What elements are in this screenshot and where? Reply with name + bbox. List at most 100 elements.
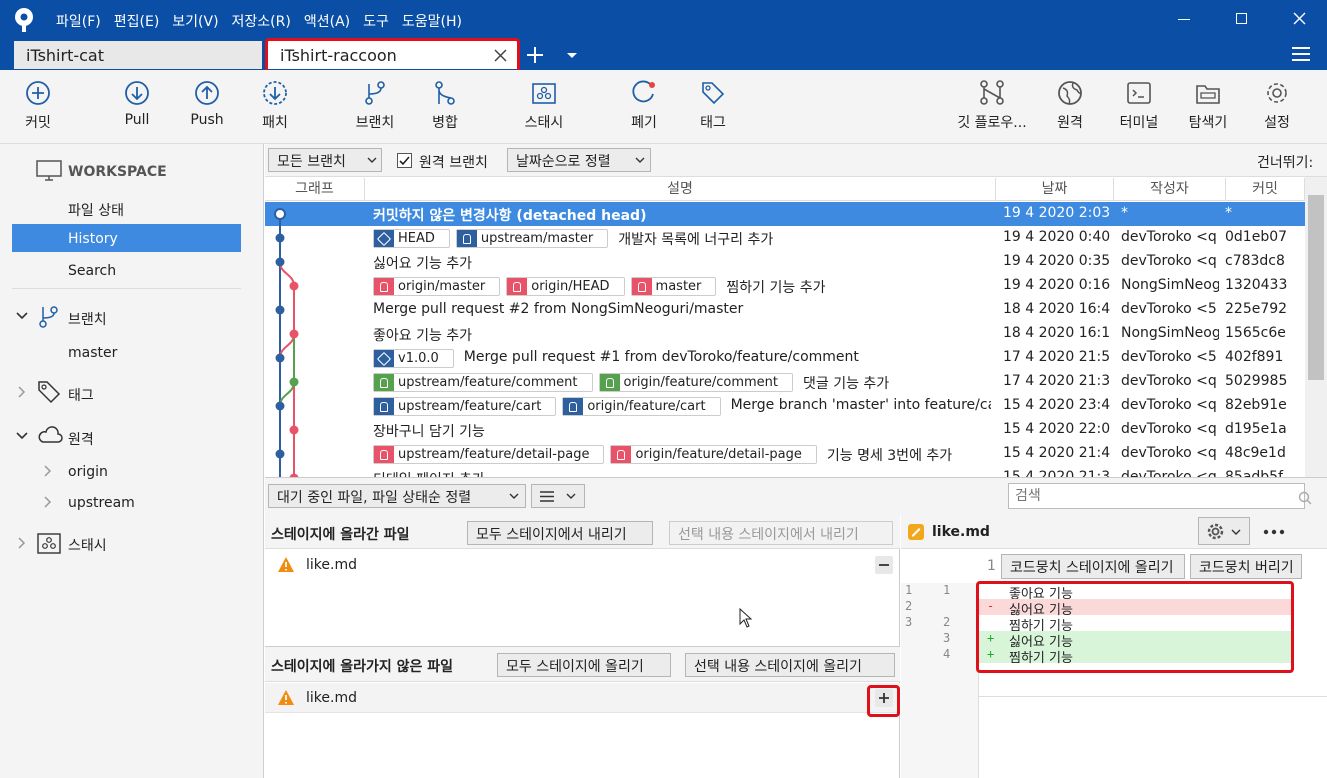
stage-hunk-button[interactable]: 코드뭉치 스테이지에 올리기 bbox=[1001, 554, 1185, 579]
sidebar-stash[interactable]: 스태시 bbox=[68, 535, 107, 555]
menu-repository[interactable]: 저장소(R) bbox=[232, 11, 291, 31]
branch-label[interactable]: origin/HEAD bbox=[506, 277, 625, 296]
commit-row[interactable]: Merge pull request #2 from NongSimNeogur… bbox=[265, 298, 1305, 322]
diff-file-name: like.md bbox=[932, 524, 990, 540]
commit-description: origin/master origin/HEAD master 찜하기 기능 추가 bbox=[373, 277, 991, 297]
git-flow-button[interactable]: 깃 플로우... bbox=[952, 80, 1032, 132]
stage-all-button[interactable]: 모두 스테이지에 올리기 bbox=[497, 653, 671, 677]
commit-row[interactable]: 좋아요 기능 추가 18 4 2020 16:1 NongSimNeog 1565c6… bbox=[265, 322, 1305, 346]
commit-row[interactable]: origin/master origin/HEAD master 찜하기 기능 추가 1… bbox=[265, 274, 1305, 298]
chevron-right-icon[interactable] bbox=[44, 465, 52, 477]
sidebar-remote-origin[interactable]: origin bbox=[68, 464, 108, 480]
sidebar-remotes[interactable]: 원격 bbox=[68, 429, 94, 449]
branch-label[interactable]: origin/feature/cart bbox=[562, 397, 721, 416]
sidebar-tags[interactable]: 태그 bbox=[68, 385, 94, 405]
new-tab-icon[interactable] bbox=[525, 45, 545, 65]
branch-label[interactable]: upstream/feature/cart bbox=[373, 397, 557, 416]
merge-button[interactable]: 병합 bbox=[422, 80, 468, 132]
commit-list-scrollbar[interactable] bbox=[1305, 177, 1327, 477]
commit-row[interactable]: upstream/feature/comment origin/feature/c… bbox=[265, 370, 1305, 394]
sort-dropdown[interactable]: 날짜순으로 정렬 bbox=[507, 148, 651, 172]
hunk-header: 1 코드뭉치 스테이지에 올리기 코드뭉치 버리기 bbox=[901, 550, 1327, 582]
column-graph[interactable]: 그래프 bbox=[265, 178, 365, 200]
remote-branches-checkbox[interactable] bbox=[397, 153, 412, 168]
staged-file-row[interactable]: like.md bbox=[265, 550, 900, 580]
tag-button[interactable]: 태그 bbox=[690, 80, 736, 132]
sidebar-branches[interactable]: 브랜치 bbox=[68, 309, 107, 329]
unstage-file-button[interactable] bbox=[875, 556, 893, 574]
discard-button[interactable]: 폐기 bbox=[620, 80, 668, 132]
commit-row[interactable]: upstream/feature/detail-page origin/featu… bbox=[265, 442, 1305, 466]
minimize-icon[interactable] bbox=[1178, 19, 1190, 20]
pull-button[interactable]: Pull bbox=[114, 80, 160, 128]
old-line-number: 1 bbox=[905, 583, 913, 597]
stash-button[interactable]: 스태시 bbox=[516, 80, 572, 132]
commit-row[interactable]: 장바구니 담기 기능 15 4 2020 22:0 devToroko <q d195… bbox=[265, 418, 1305, 442]
menu-actions[interactable]: 액션(A) bbox=[304, 11, 350, 31]
branch-label[interactable]: origin/feature/comment bbox=[598, 373, 793, 392]
commit-row[interactable]: 싫어요 기능 추가 19 4 2020 0:35 devToroko <q c783d… bbox=[265, 250, 1305, 274]
chevron-down-icon[interactable] bbox=[566, 52, 578, 60]
fetch-button[interactable]: 패치 bbox=[252, 80, 298, 132]
menu-file[interactable]: 파일(F) bbox=[56, 11, 101, 31]
menu-view[interactable]: 보기(V) bbox=[172, 11, 218, 31]
commit-row[interactable]: v1.0.0 Merge pull request #1 from devToro… bbox=[265, 346, 1305, 370]
tag-label[interactable]: HEAD bbox=[373, 229, 450, 248]
pending-sort-dropdown[interactable]: 대기 중인 파일, 파일 상태순 정렬 bbox=[268, 484, 526, 508]
branch-label[interactable]: upstream/master bbox=[455, 229, 609, 248]
sidebar-item-file-status[interactable]: 파일 상태 bbox=[68, 200, 124, 220]
diff-options-dropdown[interactable] bbox=[1198, 517, 1250, 545]
remote-button[interactable]: 원격 bbox=[1048, 80, 1092, 132]
tab-itshirt-cat[interactable]: iTshirt-cat bbox=[14, 41, 262, 69]
terminal-button[interactable]: 터미널 bbox=[1114, 80, 1164, 132]
view-mode-dropdown[interactable] bbox=[531, 484, 585, 508]
warning-icon bbox=[278, 557, 294, 572]
unstage-all-button[interactable]: 모두 스테이지에서 내리기 bbox=[467, 521, 653, 545]
column-description[interactable]: 설명 bbox=[365, 178, 996, 200]
settings-button[interactable]: 설정 bbox=[1254, 80, 1300, 132]
column-commit[interactable]: 커밋 bbox=[1226, 178, 1305, 200]
sidebar-item-history[interactable]: History bbox=[12, 224, 241, 252]
discard-hunk-button[interactable]: 코드뭉치 버리기 bbox=[1190, 554, 1302, 579]
explorer-button[interactable]: 탐색기 bbox=[1184, 80, 1232, 132]
branch-button[interactable]: 브랜치 bbox=[350, 80, 400, 132]
chevron-right-icon[interactable] bbox=[18, 537, 26, 549]
chevron-down-icon[interactable] bbox=[16, 432, 28, 440]
commit-row[interactable]: upstream/feature/cart origin/feature/cart… bbox=[265, 394, 1305, 418]
hamburger-menu-icon[interactable] bbox=[1292, 46, 1310, 62]
scrollbar-thumb[interactable] bbox=[1308, 195, 1324, 380]
column-date[interactable]: 날짜 bbox=[996, 178, 1114, 200]
menu-edit[interactable]: 편집(E) bbox=[114, 11, 160, 31]
chevron-right-icon[interactable] bbox=[18, 386, 26, 398]
branch-label[interactable]: upstream/feature/comment bbox=[373, 373, 593, 392]
unstage-selected-button[interactable]: 선택 내용 스테이지에서 내리기 bbox=[669, 521, 893, 545]
old-line-number: 3 bbox=[905, 615, 913, 629]
commit-row[interactable]: 커밋하지 않은 변경사항 (detached head) 19 4 2020 2:… bbox=[265, 202, 1305, 226]
commit-author: devToroko <q bbox=[1121, 397, 1217, 413]
merge-label: 병합 bbox=[432, 115, 458, 131]
sidebar-branch-master[interactable]: master bbox=[68, 345, 117, 361]
branch-label[interactable]: upstream/feature/detail-page bbox=[373, 445, 605, 464]
more-icon[interactable] bbox=[1263, 529, 1285, 535]
chevron-right-icon[interactable] bbox=[44, 496, 52, 508]
commit-row[interactable]: HEAD upstream/master 개발자 목록에 너구리 추가 19 4 20… bbox=[265, 226, 1305, 250]
column-author[interactable]: 작성자 bbox=[1114, 178, 1226, 200]
sidebar-item-search[interactable]: Search bbox=[68, 263, 116, 279]
unstaged-file-row[interactable]: like.md bbox=[265, 683, 900, 713]
sidebar-remote-upstream[interactable]: upstream bbox=[68, 495, 135, 511]
menu-help[interactable]: 도움말(H) bbox=[402, 11, 462, 31]
stage-selected-button[interactable]: 선택 내용 스테이지에 올리기 bbox=[685, 653, 895, 677]
close-window-icon[interactable] bbox=[1293, 12, 1306, 25]
tag-label[interactable]: v1.0.0 bbox=[373, 349, 454, 368]
branch-label[interactable]: origin/feature/detail-page bbox=[610, 445, 817, 464]
commit-row[interactable]: 디테일 페이지 추가 15 4 2020 21:3 devToroko <q 85ad… bbox=[265, 466, 1305, 477]
branch-label[interactable]: origin/master bbox=[373, 277, 501, 296]
maximize-icon[interactable] bbox=[1236, 13, 1247, 24]
chevron-down-icon[interactable] bbox=[16, 312, 28, 320]
branch-filter-dropdown[interactable]: 모든 브랜치 bbox=[268, 148, 382, 172]
branch-label[interactable]: master bbox=[630, 277, 717, 296]
commit-button[interactable]: 커밋 bbox=[14, 80, 62, 132]
menu-tools[interactable]: 도구 bbox=[363, 11, 389, 31]
push-button[interactable]: Push bbox=[184, 80, 230, 128]
search-input[interactable] bbox=[1008, 483, 1305, 509]
